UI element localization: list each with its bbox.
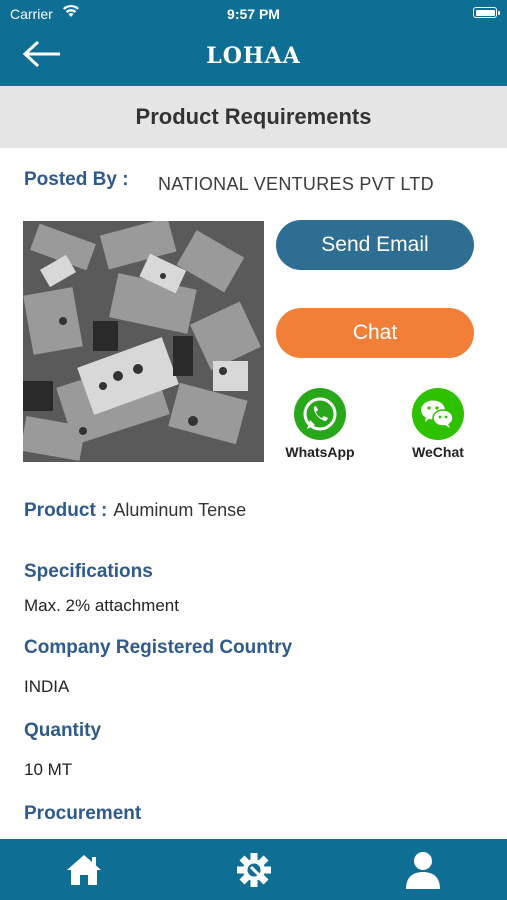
clock: 9:57 PM bbox=[227, 6, 280, 22]
company-country-value: INDIA bbox=[24, 677, 70, 696]
app-brand-title: LOHAA bbox=[206, 43, 301, 69]
chat-button[interactable]: Chat bbox=[276, 308, 474, 358]
wechat-icon bbox=[412, 388, 464, 440]
home-icon bbox=[67, 854, 101, 885]
bottom-nav bbox=[0, 839, 507, 900]
wechat-button[interactable]: WeChat bbox=[393, 387, 483, 460]
quantity-value: 10 MT bbox=[24, 760, 73, 779]
product-image bbox=[20, 217, 264, 462]
tab-home[interactable] bbox=[44, 839, 124, 900]
product-row: Product : Aluminum Tense bbox=[24, 500, 246, 522]
whatsapp-button[interactable]: WhatsApp bbox=[275, 387, 365, 460]
quantity-label: Quantity bbox=[24, 720, 102, 741]
settings-gear-icon bbox=[237, 852, 271, 887]
company-country-label: Company Registered Country bbox=[24, 637, 293, 658]
send-email-button[interactable]: Send Email bbox=[276, 220, 474, 270]
tab-settings[interactable] bbox=[214, 839, 294, 900]
product-value: Aluminum Tense bbox=[113, 500, 247, 520]
product-label: Product : bbox=[24, 500, 108, 521]
posted-by-value: NATIONAL VENTURES PVT LTD bbox=[158, 174, 434, 194]
procurement-label: Procurement bbox=[24, 803, 142, 824]
battery-icon bbox=[473, 7, 500, 18]
tab-profile[interactable] bbox=[383, 839, 463, 900]
app-header: Carrier 9:57 PM LOHAA bbox=[0, 0, 507, 86]
posted-by-label: Posted By : bbox=[24, 169, 129, 190]
profile-icon bbox=[406, 851, 440, 889]
whatsapp-label: WhatsApp bbox=[285, 444, 355, 460]
specifications-label: Specifications bbox=[24, 561, 153, 582]
status-bar: Carrier 9:57 PM bbox=[0, 0, 507, 28]
wechat-label: WeChat bbox=[412, 444, 464, 460]
page-title: Product Requirements bbox=[0, 86, 507, 148]
whatsapp-icon bbox=[294, 388, 346, 440]
specifications-value: Max. 2% attachment bbox=[24, 596, 179, 615]
